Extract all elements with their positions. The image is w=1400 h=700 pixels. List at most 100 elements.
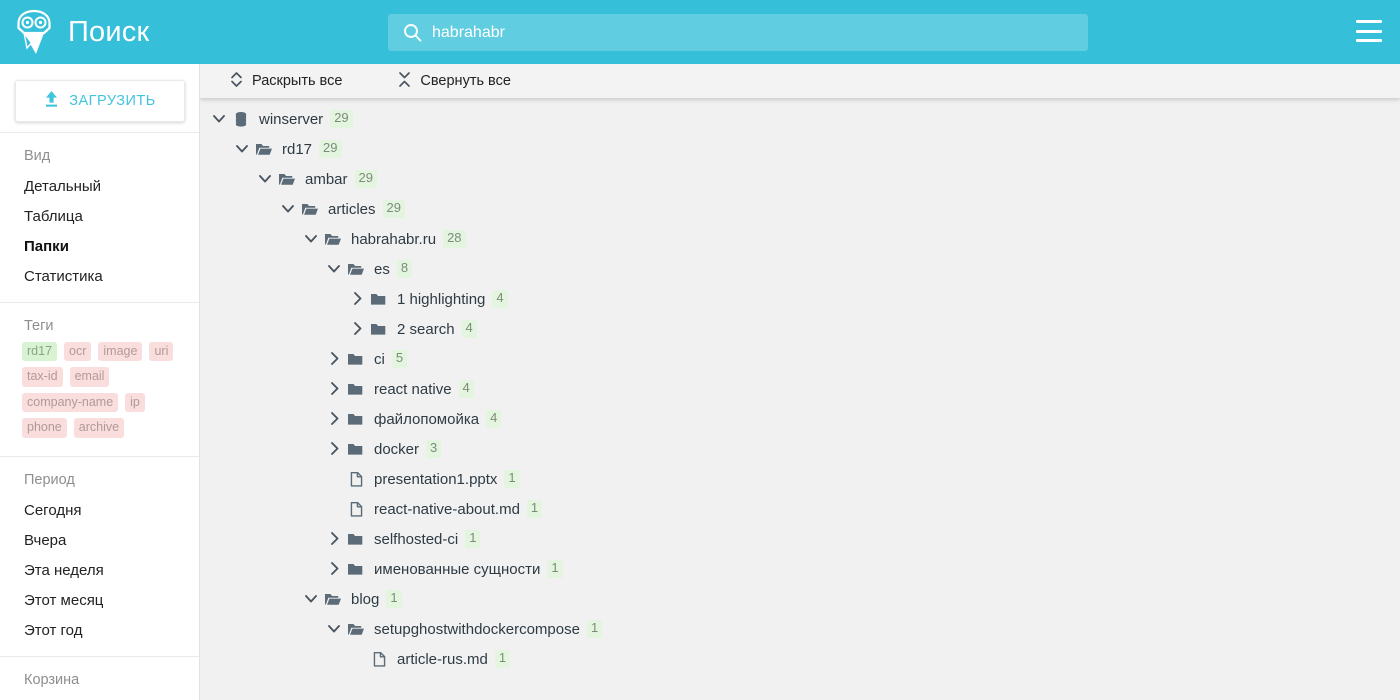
tree-node-label: selfhosted-ci: [374, 530, 459, 548]
tree-node-label: docker: [374, 440, 420, 458]
sidebar-item-this-week[interactable]: Эта неделя: [0, 556, 199, 586]
tree-node-count-badge: 1: [494, 650, 511, 668]
tree-node-label: react-native-about.md: [374, 500, 520, 518]
tag-chip[interactable]: rd17: [22, 342, 58, 362]
sidebar-item-deleted[interactable]: Удаленные: [0, 696, 199, 700]
tag-chip[interactable]: tax-id: [22, 367, 63, 387]
folder-open-icon: [322, 224, 344, 254]
tree-folder-row[interactable]: winserver 29: [200, 104, 1400, 134]
main-pane: Раскрыть все Свернуть все winserver 29 rd1…: [200, 64, 1400, 700]
tree-folder-row[interactable]: setupghostwithdockercompose 1: [200, 614, 1400, 644]
tree-node-label: habrahabr.ru: [351, 230, 437, 248]
tag-chip[interactable]: email: [69, 367, 110, 387]
chevron-down-icon[interactable]: [254, 164, 276, 194]
chevron-down-icon[interactable]: [277, 194, 299, 224]
chevron-right-icon[interactable]: [323, 344, 345, 374]
folder-closed-icon: [368, 284, 390, 314]
folder-open-icon: [253, 134, 275, 164]
folder-open-icon: [276, 164, 298, 194]
tree-folder-row[interactable]: ambar 29: [200, 164, 1400, 194]
chevron-down-icon[interactable]: [323, 254, 345, 284]
tree-node-label: rd17: [282, 140, 313, 158]
tree-file-row[interactable]: react-native-about.md 1: [200, 494, 1400, 524]
period-section: Период Сегодня Вчера Эта неделя Этот мес…: [0, 455, 199, 646]
tree-folder-row[interactable]: docker 3: [200, 434, 1400, 464]
tree-node-count-badge: 1: [465, 530, 481, 548]
sidebar-item-detailed[interactable]: Детальный: [0, 172, 199, 202]
tree-folder-row[interactable]: 2 search 4: [200, 314, 1400, 344]
tree-folder-row[interactable]: es 8: [200, 254, 1400, 284]
collapse-all-icon: [398, 71, 411, 92]
chevron-down-icon[interactable]: [300, 224, 322, 254]
upload-button-label: ЗАГРУЗИТЬ: [69, 93, 156, 109]
folder-closed-icon: [345, 434, 367, 464]
chevron-down-icon[interactable]: [323, 614, 345, 644]
tag-chip[interactable]: ip: [125, 392, 145, 413]
tree-folder-row[interactable]: habrahabr.ru 28: [200, 224, 1400, 254]
chevron-down-icon[interactable]: [208, 104, 230, 134]
tree-node-label: es: [374, 260, 390, 278]
collapse-all-label: Свернуть все: [420, 73, 511, 89]
chevron-down-icon[interactable]: [231, 134, 253, 164]
search-input[interactable]: [430, 14, 1088, 51]
tree-node-label: article-rus.md: [397, 650, 488, 668]
tree-file-row[interactable]: article-rus.md 1: [200, 644, 1400, 674]
tag-chip[interactable]: image: [98, 342, 143, 362]
search-bar[interactable]: [388, 14, 1088, 51]
sidebar-item-yesterday[interactable]: Вчера: [0, 526, 199, 556]
tree-node-count-badge: 8: [396, 260, 413, 278]
chevron-right-icon[interactable]: [323, 404, 345, 434]
tree-node-label: articles: [328, 200, 376, 218]
file-icon: [345, 494, 367, 524]
search-icon: [394, 14, 430, 51]
expand-all-icon: [230, 71, 243, 92]
collapse-all-button[interactable]: Свернуть все: [398, 71, 511, 92]
tree-node-count-badge: 1: [526, 500, 543, 518]
chevron-right-icon[interactable]: [323, 554, 345, 584]
tags-section: Теги rd17 ocr image uri tax-id email com…: [0, 302, 199, 446]
tree-folder-row[interactable]: ci 5: [200, 344, 1400, 374]
tree-folder-row[interactable]: 1 highlighting 4: [200, 284, 1400, 314]
sidebar-item-folders[interactable]: Папки: [0, 232, 199, 262]
tree-folder-row[interactable]: react native 4: [200, 374, 1400, 404]
chevron-right-icon[interactable]: [323, 434, 345, 464]
tag-chip[interactable]: company-name: [22, 392, 119, 413]
tree-node-count-badge: 3: [426, 440, 442, 458]
view-section-title: Вид: [24, 148, 51, 164]
upload-button[interactable]: ЗАГРУЗИТЬ: [14, 80, 185, 122]
hamburger-menu-icon[interactable]: [1356, 20, 1382, 42]
tree-folder-row[interactable]: articles 29: [200, 194, 1400, 224]
sidebar-item-this-month[interactable]: Этот месяц: [0, 586, 199, 616]
chevron-down-icon[interactable]: [300, 584, 322, 614]
tag-chip[interactable]: phone: [22, 418, 67, 438]
chevron-right-icon[interactable]: [323, 374, 345, 404]
folder-open-icon: [299, 194, 321, 224]
folder-closed-icon: [368, 314, 390, 344]
tree-folder-row[interactable]: файлопомойка 4: [200, 404, 1400, 434]
tag-chip[interactable]: ocr: [64, 342, 92, 362]
chevron-right-icon[interactable]: [346, 314, 368, 344]
tree-file-row[interactable]: presentation1.pptx 1: [200, 464, 1400, 494]
period-section-title: Период: [24, 471, 75, 488]
server-icon: [230, 104, 252, 134]
tree-folder-row[interactable]: selfhosted-ci 1: [200, 524, 1400, 554]
expand-all-button[interactable]: Раскрыть все: [230, 71, 342, 92]
tree-node-count-badge: 5: [391, 350, 408, 368]
tree-folder-row[interactable]: rd17 29: [200, 134, 1400, 164]
tree-node-count-badge: 1: [386, 590, 402, 608]
chevron-right-icon[interactable]: [323, 524, 345, 554]
tree-folder-row[interactable]: blog 1: [200, 584, 1400, 614]
sidebar-item-table[interactable]: Таблица: [0, 202, 199, 232]
tree-folder-row[interactable]: именованные сущности 1: [200, 554, 1400, 584]
sidebar-item-statistics[interactable]: Статистика: [0, 262, 199, 292]
chevron-right-icon[interactable]: [346, 284, 368, 314]
sidebar-item-today[interactable]: Сегодня: [0, 496, 199, 526]
folder-closed-icon: [345, 554, 367, 584]
page-title: Поиск: [68, 15, 150, 48]
tree-node-label: winserver: [259, 110, 324, 128]
sidebar-item-this-year[interactable]: Этот год: [0, 616, 199, 646]
tree-node-count-badge: 29: [330, 110, 353, 128]
trash-section-title: Корзина: [24, 671, 80, 688]
tag-chip[interactable]: archive: [73, 418, 125, 438]
tag-chip[interactable]: uri: [149, 342, 174, 362]
